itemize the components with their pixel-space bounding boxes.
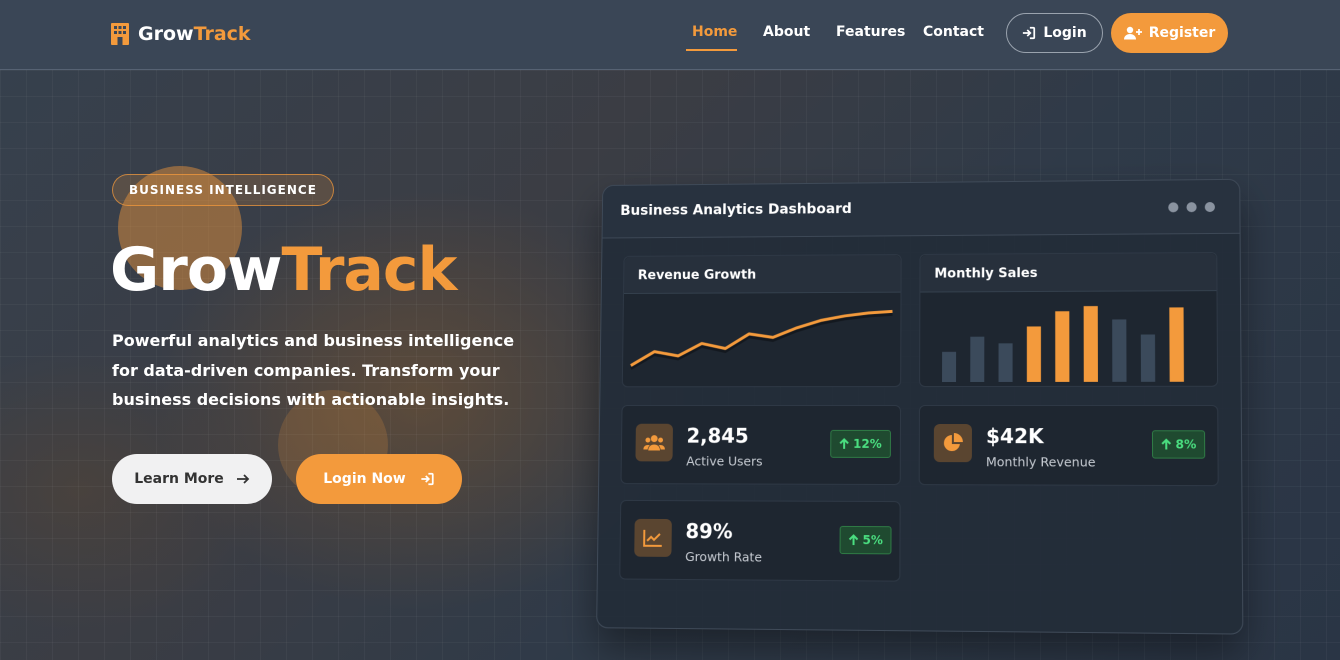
login-button[interactable]: Login xyxy=(1006,13,1103,53)
stat-value: $42K xyxy=(986,424,1044,448)
revenue-growth-header: Revenue Growth xyxy=(624,255,901,294)
monthly-sales-header: Monthly Sales xyxy=(920,253,1216,293)
arrow-up-icon xyxy=(839,438,849,450)
hero-badge: BUSINESS INTELLIGENCE xyxy=(112,174,334,206)
revenue-line-shadow xyxy=(631,314,893,368)
sales-bar xyxy=(999,343,1013,382)
learn-more-button[interactable]: Learn More xyxy=(112,454,272,504)
sales-bar xyxy=(1055,311,1069,382)
window-dot-icon xyxy=(1186,202,1196,212)
hero-section: BUSINESS INTELLIGENCE GrowTrack Powerful… xyxy=(0,70,1340,660)
sales-bar xyxy=(942,352,956,382)
dashboard-header: Business Analytics Dashboard xyxy=(603,180,1240,239)
sales-bar-chart xyxy=(920,291,1219,386)
stat-change-value: 8% xyxy=(1175,437,1196,451)
sign-in-icon xyxy=(1022,26,1036,40)
login-now-button[interactable]: Login Now xyxy=(296,454,462,504)
hero-title: GrowTrack xyxy=(110,234,456,306)
dashboard-preview: Business Analytics Dashboard Revenue Gro… xyxy=(596,179,1243,635)
nav-link-about[interactable]: About xyxy=(763,24,810,40)
pie-chart-icon xyxy=(934,424,972,462)
user-plus-icon xyxy=(1124,26,1142,40)
sales-bar xyxy=(1112,319,1126,381)
brand-name: GrowTrack xyxy=(138,23,251,45)
login-button-label: Login xyxy=(1043,25,1086,41)
window-dot-icon xyxy=(1205,202,1215,212)
nav-link-contact[interactable]: Contact xyxy=(923,24,984,40)
revenue-growth-panel: Revenue Growth xyxy=(622,254,902,387)
users-icon xyxy=(635,424,673,462)
dashboard-title: Business Analytics Dashboard xyxy=(620,201,852,219)
stat-card-growth-rate: 89% Growth Rate 5% xyxy=(619,500,900,582)
building-icon xyxy=(110,22,130,46)
stat-change-value: 5% xyxy=(862,533,882,547)
brand-logo[interactable]: GrowTrack xyxy=(110,20,251,48)
monthly-sales-title: Monthly Sales xyxy=(934,266,1037,281)
register-button-label: Register xyxy=(1149,25,1216,41)
stat-change-badge: 12% xyxy=(830,430,891,458)
sales-bar xyxy=(1169,307,1184,381)
hero-title-part2: Track xyxy=(282,235,457,305)
stat-card-monthly-revenue: $42K Monthly Revenue 8% xyxy=(919,405,1219,486)
stat-card-active-users: 2,845 Active Users 12% xyxy=(621,405,902,485)
register-button[interactable]: Register xyxy=(1111,13,1228,53)
brand-name-part2: Track xyxy=(194,23,251,45)
window-dot-icon xyxy=(1168,202,1178,212)
login-now-label: Login Now xyxy=(323,471,405,487)
revenue-growth-title: Revenue Growth xyxy=(638,268,757,283)
sales-bar xyxy=(1084,306,1098,382)
navbar: GrowTrack Home About Features Contact Lo… xyxy=(0,0,1340,70)
sales-bar xyxy=(970,337,984,382)
nav-active-indicator xyxy=(686,49,737,51)
sales-bar xyxy=(1141,334,1155,381)
nav-link-home[interactable]: Home xyxy=(692,24,737,40)
hero-title-part1: Grow xyxy=(110,235,282,305)
brand-name-part1: Grow xyxy=(138,23,194,45)
arrow-up-icon xyxy=(849,534,859,546)
stat-change-value: 12% xyxy=(853,437,882,451)
hero-description: Powerful analytics and business intellig… xyxy=(112,326,532,415)
sales-bar xyxy=(1027,326,1041,381)
stat-value: 89% xyxy=(685,519,732,543)
stat-label: Monthly Revenue xyxy=(986,454,1096,469)
line-chart-icon xyxy=(634,519,672,557)
stat-label: Active Users xyxy=(686,454,762,469)
nav-link-features[interactable]: Features xyxy=(836,24,905,40)
stat-value: 2,845 xyxy=(686,424,748,448)
learn-more-label: Learn More xyxy=(134,471,224,487)
monthly-sales-panel: Monthly Sales xyxy=(919,252,1218,387)
stat-change-badge: 5% xyxy=(840,526,892,554)
stat-label: Growth Rate xyxy=(685,549,762,565)
revenue-line-chart xyxy=(623,293,903,387)
arrow-right-icon xyxy=(236,473,250,485)
arrow-up-icon xyxy=(1161,438,1171,450)
sign-in-icon xyxy=(420,472,435,486)
stat-change-badge: 8% xyxy=(1152,430,1206,458)
